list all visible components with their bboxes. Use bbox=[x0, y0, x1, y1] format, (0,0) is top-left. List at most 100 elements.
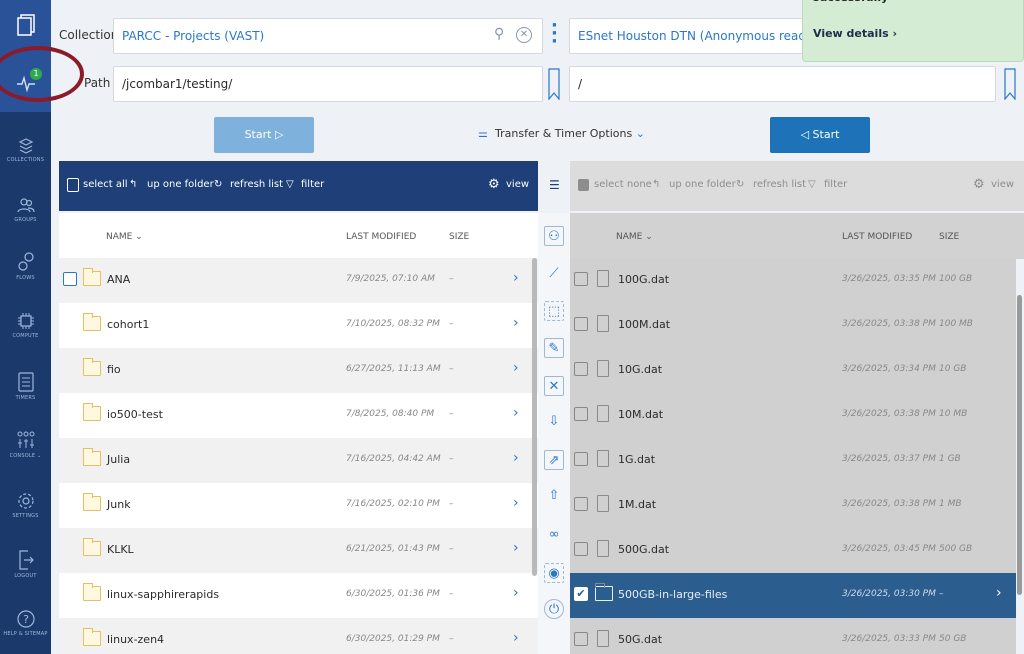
select-all-button[interactable]: select all bbox=[83, 179, 128, 190]
new-folder-icon[interactable]: ⬚ bbox=[544, 301, 564, 321]
upload-icon[interactable]: ⇧ bbox=[544, 486, 564, 506]
table-row[interactable]: linux-zen4 6/30/2025, 01:29 PM – › bbox=[59, 618, 538, 654]
row-checkbox[interactable] bbox=[574, 452, 588, 466]
sidebar-item-timers[interactable]: TIMERS bbox=[0, 372, 51, 401]
size-column-header[interactable]: SIZE bbox=[939, 232, 959, 242]
view-details-link[interactable]: View details › bbox=[813, 27, 897, 40]
file-name: 1G.dat bbox=[618, 453, 656, 466]
row-checkbox[interactable] bbox=[63, 272, 77, 286]
chevron-right-icon[interactable]: › bbox=[513, 315, 519, 331]
view-button[interactable]: view bbox=[991, 179, 1014, 190]
modified-column-header[interactable]: LAST MODIFIED bbox=[346, 232, 416, 242]
left-collection-field[interactable]: PARCC - Projects (VAST) bbox=[113, 18, 543, 54]
select-none-checkbox[interactable] bbox=[578, 179, 589, 191]
sidebar-item-logout[interactable]: LOGOUT bbox=[0, 550, 51, 579]
select-all-checkbox[interactable] bbox=[67, 178, 79, 192]
download-icon[interactable]: ⇩ bbox=[544, 412, 564, 432]
row-checkbox[interactable] bbox=[574, 497, 588, 511]
sidebar-item-flows[interactable]: FLOWS bbox=[0, 252, 51, 281]
right-path-field[interactable]: / bbox=[569, 66, 996, 102]
sidebar-item-file-manager[interactable] bbox=[0, 14, 51, 36]
table-row[interactable]: 500G.dat 3/26/2025, 03:45 PM 500 GB bbox=[570, 528, 1016, 573]
file-name: 1M.dat bbox=[618, 498, 657, 511]
start-left-button[interactable]: Start ▷ bbox=[214, 117, 314, 153]
table-row[interactable]: ANA 7/9/2025, 07:10 AM – › bbox=[59, 258, 538, 303]
start-right-button[interactable]: ◁ Start bbox=[770, 117, 870, 153]
delete-icon[interactable]: ✕ bbox=[544, 376, 564, 396]
chevron-right-icon[interactable]: › bbox=[513, 495, 519, 511]
view-button[interactable]: view bbox=[506, 179, 529, 190]
select-none-button[interactable]: select none bbox=[594, 179, 652, 190]
row-checkbox[interactable] bbox=[574, 407, 588, 421]
left-path-field[interactable]: /jcombar1/testing/ bbox=[113, 66, 543, 102]
transfer-options-toggle[interactable]: Transfer & Timer Options ⌄ bbox=[495, 127, 645, 140]
table-row[interactable]: 1M.dat 3/26/2025, 03:38 PM 1 MB bbox=[570, 483, 1016, 528]
link-icon[interactable]: ⟋ bbox=[544, 264, 564, 284]
power-icon[interactable]: ⏻ bbox=[544, 599, 564, 619]
file-size: 1 MB bbox=[939, 499, 962, 509]
chevron-right-icon[interactable]: › bbox=[513, 360, 519, 376]
chevron-right-icon[interactable]: › bbox=[513, 630, 519, 646]
sync-icon[interactable]: ∞ bbox=[544, 525, 564, 545]
open-icon[interactable]: ⇗ bbox=[544, 450, 564, 470]
chevron-right-icon[interactable]: › bbox=[513, 585, 519, 601]
row-checkbox[interactable] bbox=[574, 542, 588, 556]
bookmark-icon[interactable] bbox=[548, 68, 560, 104]
up-folder-button[interactable]: up one folder bbox=[669, 179, 736, 190]
chevron-right-icon[interactable]: › bbox=[513, 540, 519, 556]
table-row[interactable]: Julia 7/16/2025, 04:42 AM – › bbox=[59, 438, 538, 483]
table-row[interactable]: 1G.dat 3/26/2025, 03:37 PM 1 GB bbox=[570, 438, 1016, 483]
modified-column-header[interactable]: LAST MODIFIED bbox=[842, 232, 912, 242]
up-folder-button[interactable]: up one folder bbox=[147, 179, 214, 190]
file-size: 50 GB bbox=[939, 634, 967, 644]
filter-button[interactable]: filter bbox=[824, 179, 847, 190]
table-row[interactable]: 100M.dat 3/26/2025, 03:38 PM 100 MB bbox=[570, 303, 1016, 348]
refresh-button[interactable]: refresh list bbox=[230, 179, 283, 190]
table-row[interactable]: 100G.dat 3/26/2025, 03:35 PM 100 GB bbox=[570, 258, 1016, 303]
table-row[interactable]: fio 6/27/2025, 11:13 AM – › bbox=[59, 348, 538, 393]
row-checkbox[interactable] bbox=[574, 362, 588, 376]
table-row[interactable]: Junk 7/16/2025, 02:10 PM – › bbox=[59, 483, 538, 528]
sidebar-item-compute[interactable]: COMPUTE bbox=[0, 312, 51, 339]
sidebar-label: LOGOUT bbox=[14, 573, 37, 579]
more-options-icon[interactable]: · · · bbox=[551, 17, 558, 51]
table-row[interactable]: 50G.dat 3/26/2025, 03:33 PM 50 GB bbox=[570, 618, 1016, 654]
panel-toggle-icon[interactable]: ☰ bbox=[549, 178, 560, 192]
refresh-button[interactable]: refresh list bbox=[753, 179, 806, 190]
chevron-right-icon[interactable]: › bbox=[513, 270, 519, 286]
name-column-header[interactable]: NAME ⌄ bbox=[106, 232, 143, 242]
bookmark-icon[interactable] bbox=[1004, 68, 1016, 104]
filter-button[interactable]: filter bbox=[301, 179, 324, 190]
rename-icon[interactable]: ✎ bbox=[544, 338, 564, 358]
sidebar-item-console[interactable]: CONSOLE ⌄ bbox=[0, 430, 51, 459]
file-size: – bbox=[449, 409, 454, 419]
chevron-right-icon[interactable]: › bbox=[513, 405, 519, 421]
name-column-header[interactable]: NAME ⌄ bbox=[616, 232, 653, 242]
table-row[interactable]: io500-test 7/8/2025, 08:40 PM – › bbox=[59, 393, 538, 438]
chevron-right-icon[interactable]: › bbox=[513, 450, 519, 466]
row-checkbox[interactable] bbox=[574, 317, 588, 331]
table-row-selected[interactable]: ✔ 500GB-in-large-files 3/26/2025, 03:30 PM… bbox=[570, 573, 1016, 618]
right-collection-field[interactable]: ESnet Houston DTN (Anonymous read-only t… bbox=[569, 18, 814, 54]
row-checkbox[interactable] bbox=[574, 632, 588, 646]
size-column-header[interactable]: SIZE bbox=[449, 232, 469, 242]
sidebar-item-collections[interactable]: COLLECTIONS bbox=[0, 138, 51, 163]
clear-icon[interactable]: ✕ bbox=[516, 27, 532, 43]
table-row[interactable]: KLKL 6/21/2025, 01:43 PM – › bbox=[59, 528, 538, 573]
chevron-right-icon[interactable]: › bbox=[996, 585, 1002, 601]
row-checkbox-checked[interactable]: ✔ bbox=[574, 587, 588, 601]
search-icon[interactable]: ⚲ bbox=[494, 26, 504, 42]
file-size: – bbox=[449, 364, 454, 374]
sidebar-item-help[interactable]: ? HELP & SITEMAP bbox=[0, 610, 51, 637]
table-row[interactable]: linux-sapphirerapids 6/30/2025, 01:36 PM –… bbox=[59, 573, 538, 618]
sidebar-item-groups[interactable]: GROUPS bbox=[0, 196, 51, 223]
table-row[interactable]: cohort1 7/10/2025, 08:32 PM – › bbox=[59, 303, 538, 348]
left-scrollbar[interactable] bbox=[532, 258, 537, 576]
table-row[interactable]: 10G.dat 3/26/2025, 03:34 PM 10 GB bbox=[570, 348, 1016, 393]
share-icon[interactable]: ⚇ bbox=[544, 226, 564, 246]
row-checkbox[interactable] bbox=[574, 272, 588, 286]
right-scrollbar[interactable] bbox=[1017, 295, 1022, 595]
table-row[interactable]: 10M.dat 3/26/2025, 03:38 PM 10 MB bbox=[570, 393, 1016, 438]
show-hidden-icon[interactable]: ◉ bbox=[544, 563, 564, 583]
sidebar-item-settings[interactable]: SETTINGS bbox=[0, 492, 51, 519]
